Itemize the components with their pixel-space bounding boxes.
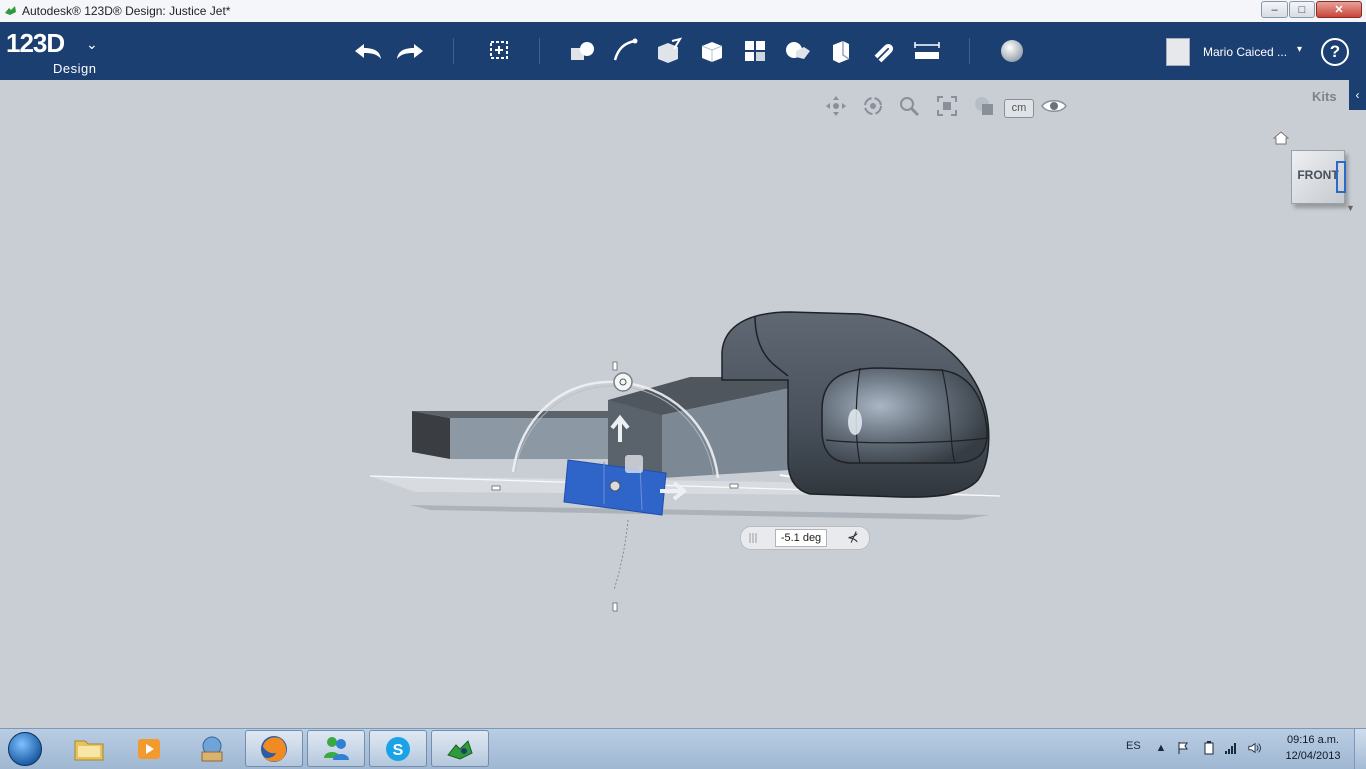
modify-icon <box>701 42 723 62</box>
construct-icon <box>658 37 683 63</box>
windows-orb-icon <box>8 732 42 766</box>
taskbar-media-player[interactable] <box>120 730 178 767</box>
language-indicator[interactable]: ES <box>1126 740 1141 752</box>
snap-button[interactable] <box>867 34 901 68</box>
toolbar-divider <box>453 38 454 64</box>
maximize-icon: □ <box>1298 3 1306 16</box>
ruler-icon <box>914 42 940 59</box>
app-icon <box>5 6 16 15</box>
toolbar-divider <box>969 38 970 64</box>
drag-handle-icon[interactable] <box>747 531 761 545</box>
measure-button[interactable] <box>910 34 944 68</box>
pattern-icon <box>745 41 765 61</box>
modify-button[interactable] <box>695 34 729 68</box>
undo-button[interactable] <box>351 34 385 68</box>
media-player-icon <box>138 738 160 759</box>
primitives-icon <box>571 42 594 60</box>
network-signal-icon[interactable] <box>1224 741 1238 755</box>
maximize-button[interactable]: □ <box>1289 1 1315 18</box>
primitives-button[interactable] <box>565 34 599 68</box>
skype-icon: S <box>386 736 410 761</box>
magnet-icon <box>874 43 894 63</box>
taskbar-explorer[interactable] <box>60 730 118 767</box>
clock-date[interactable]: 12/04/2013 <box>1282 750 1344 762</box>
3d-viewport[interactable]: cm Kits ‹ FRONT ▼ -5.1 deg ⊀ <box>0 80 1366 728</box>
snap-angle-icon[interactable]: ⊀ <box>847 529 859 546</box>
transform-tool-button[interactable] <box>482 34 516 68</box>
close-button[interactable]: ✕ <box>1316 1 1362 18</box>
start-button[interactable] <box>5 731 45 767</box>
ground-shadow <box>410 505 990 520</box>
volume-icon[interactable] <box>1248 741 1262 755</box>
globe-box-icon <box>201 736 223 761</box>
taskbar: S ES ▲ 09:16 a.m. 12/04/2013 <box>0 728 1366 769</box>
undo-icon <box>355 44 381 59</box>
folder-icon <box>74 740 104 760</box>
window-title: Autodesk® 123D® Design: Justice Jet* <box>22 4 231 18</box>
messenger-icon <box>324 736 349 760</box>
construct-button[interactable] <box>652 34 686 68</box>
material-sphere-icon <box>1001 40 1023 62</box>
minimize-button[interactable]: – <box>1261 1 1288 18</box>
logo-main: 123D <box>6 28 65 58</box>
show-hidden-icons-icon[interactable]: ▲ <box>1154 741 1168 755</box>
taskbar-skype[interactable]: S <box>369 730 427 767</box>
taskbar-firefox[interactable] <box>245 730 303 767</box>
help-button[interactable]: ? <box>1321 38 1349 66</box>
transform-icon <box>490 41 508 59</box>
title-bar: Autodesk® 123D® Design: Justice Jet* – □… <box>0 0 1366 23</box>
combine-icon <box>833 41 850 63</box>
user-name[interactable]: Mario Caiced ... <box>1203 45 1287 59</box>
sketch-button[interactable] <box>608 34 642 68</box>
material-button[interactable] <box>995 34 1029 68</box>
close-icon: ✕ <box>1334 4 1344 16</box>
system-tray: ES ▲ 09:16 a.m. 12/04/2013 <box>1120 729 1366 769</box>
redo-icon <box>397 44 423 59</box>
action-center-flag-icon[interactable] <box>1176 741 1190 755</box>
model-scene[interactable] <box>0 80 1366 728</box>
avatar[interactable] <box>1166 38 1190 66</box>
taskbar-app-3[interactable] <box>183 730 241 767</box>
123d-design-icon <box>447 739 473 760</box>
firefox-icon <box>261 735 287 762</box>
chevron-down-icon[interactable]: ▾ <box>1297 44 1302 55</box>
redo-button[interactable] <box>393 34 427 68</box>
toolbar-divider <box>539 38 540 64</box>
pattern-button[interactable] <box>738 34 772 68</box>
grouping-button[interactable] <box>780 34 814 68</box>
logo-sub: Design <box>53 61 97 76</box>
minimize-icon: – <box>1271 3 1278 16</box>
combine-button[interactable] <box>824 34 858 68</box>
app-logo-menu[interactable]: 123D ⌄ Design <box>6 28 98 76</box>
chevron-down-icon: ⌄ <box>86 36 98 52</box>
main-toolbar: 123D ⌄ Design Mario Caiced ... ▾ ? <box>0 22 1366 80</box>
clock-time[interactable]: 09:16 a.m. <box>1282 734 1344 746</box>
taskbar-messenger[interactable] <box>307 730 365 767</box>
battery-icon[interactable] <box>1202 741 1216 755</box>
svg-text:S: S <box>393 742 404 759</box>
rotation-angle-panel: -5.1 deg ⊀ <box>740 526 870 550</box>
taskbar-123d-design[interactable] <box>431 730 489 767</box>
rotation-angle-input[interactable]: -5.1 deg <box>775 529 827 547</box>
show-desktop-button[interactable] <box>1354 729 1366 769</box>
sketch-icon <box>613 38 638 61</box>
grouping-icon <box>786 42 810 59</box>
